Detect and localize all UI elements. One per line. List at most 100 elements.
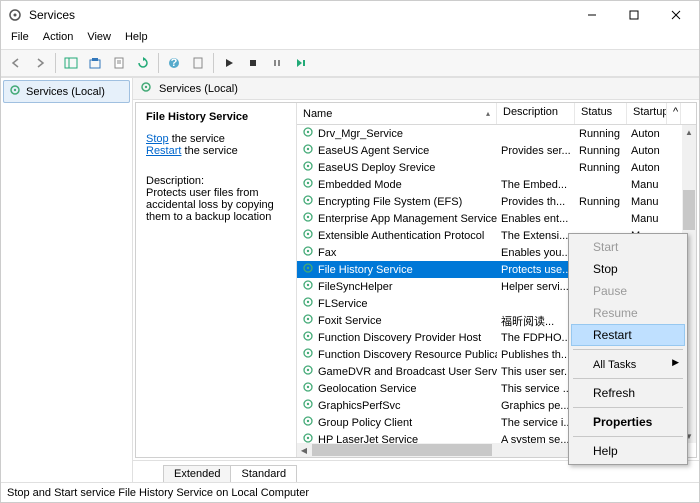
service-desc: Enables ent... [497, 213, 575, 225]
service-desc: Graphics pe... [497, 400, 575, 412]
service-desc: The service i... [497, 417, 575, 429]
gear-icon [301, 176, 315, 193]
ctx-refresh[interactable]: Refresh [571, 382, 685, 404]
title-bar: Services [1, 1, 699, 29]
service-startup: Manu [627, 213, 667, 225]
toolbar: ? [1, 49, 699, 77]
service-desc: Publishes th... [497, 349, 575, 361]
gear-icon [301, 295, 315, 312]
forward-button[interactable] [29, 52, 51, 74]
ctx-help[interactable]: Help [571, 440, 685, 462]
column-name[interactable]: Name▴ [297, 103, 497, 124]
gear-icon [301, 363, 315, 380]
selected-service-name: File History Service [146, 111, 286, 123]
ctx-stop[interactable]: Stop [571, 258, 685, 280]
service-name: Function Discovery Provider Host [318, 332, 481, 344]
gear-icon [301, 193, 315, 210]
properties2-button[interactable] [187, 52, 209, 74]
ctx-restart[interactable]: Restart [571, 324, 685, 346]
service-name: Foxit Service [318, 315, 382, 327]
service-desc: Provides ser... [497, 145, 575, 157]
menu-file[interactable]: File [5, 29, 35, 49]
ctx-resume: Resume [571, 302, 685, 324]
service-desc: This user ser... [497, 366, 575, 378]
restart-link[interactable]: Restart [146, 145, 181, 157]
scroll-thumb-h[interactable] [312, 444, 492, 456]
context-menu: Start Stop Pause Resume Restart All Task… [568, 233, 688, 465]
service-name: FLService [318, 298, 368, 310]
refresh-button[interactable] [132, 52, 154, 74]
pause-service-button[interactable] [266, 52, 288, 74]
stop-link[interactable]: Stop [146, 133, 169, 145]
service-row[interactable]: Encrypting File System (EFS) Provides th.… [297, 193, 696, 210]
service-desc: The Embed... [497, 179, 575, 191]
service-name: GraphicsPerfSvc [318, 400, 401, 412]
column-status[interactable]: Status [575, 103, 627, 124]
service-name: Encrypting File System (EFS) [318, 196, 462, 208]
gear-icon [301, 312, 315, 329]
service-row[interactable]: EaseUS Agent ServiceProvides ser...Runni… [297, 142, 696, 159]
column-description[interactable]: Description [497, 103, 575, 124]
status-bar: Stop and Start service File History Serv… [1, 482, 699, 502]
column-startup[interactable]: Startup [627, 103, 667, 124]
ctx-separator [573, 378, 683, 379]
help-button[interactable]: ? [163, 52, 185, 74]
back-button[interactable] [5, 52, 27, 74]
service-row[interactable]: EaseUS Deploy SreviceRunningAuton [297, 159, 696, 176]
service-desc: The FDPHO... [497, 332, 575, 344]
service-name: File History Service [318, 264, 413, 276]
service-row[interactable]: Embedded ModeThe Embed...Manu [297, 176, 696, 193]
scroll-left-icon[interactable]: ◀ [297, 443, 311, 457]
menu-bar: File Action View Help [1, 29, 699, 49]
pane-header: Services (Local) [133, 78, 699, 100]
tab-extended[interactable]: Extended [163, 465, 231, 482]
gear-icon [8, 83, 22, 100]
export-button[interactable] [84, 52, 106, 74]
tab-standard[interactable]: Standard [230, 465, 297, 482]
service-startup: Auton [627, 128, 667, 140]
service-desc: Protects use... [497, 264, 575, 276]
properties-button[interactable] [108, 52, 130, 74]
gear-icon [301, 278, 315, 295]
service-name: Group Policy Client [318, 417, 412, 429]
service-desc: The Extensi... [497, 230, 575, 242]
gear-icon [301, 397, 315, 414]
stop-service-button[interactable] [242, 52, 264, 74]
gear-icon [301, 414, 315, 431]
gear-icon [301, 210, 315, 227]
minimize-button[interactable] [571, 1, 613, 29]
service-desc: This service ... [497, 383, 575, 395]
service-desc: Helper servi... [497, 281, 575, 293]
service-name: Drv_Mgr_Service [318, 128, 403, 140]
gear-icon [301, 142, 315, 159]
start-service-button[interactable] [218, 52, 240, 74]
service-name: Extensible Authentication Protocol [318, 230, 484, 242]
chevron-right-icon: ▶ [672, 357, 679, 368]
gear-icon [301, 125, 315, 142]
ctx-properties[interactable]: Properties [571, 411, 685, 433]
service-name: Geolocation Service [318, 383, 416, 395]
ctx-separator [573, 349, 683, 350]
service-name: EaseUS Deploy Srevice [318, 162, 435, 174]
scroll-up-icon[interactable]: ▲ [682, 125, 696, 139]
restart-service-button[interactable] [290, 52, 312, 74]
service-name: Function Discovery Resource Publication [318, 349, 497, 361]
menu-action[interactable]: Action [37, 29, 80, 49]
ctx-all-tasks[interactable]: All Tasks▶ [571, 353, 685, 375]
service-name: FileSyncHelper [318, 281, 393, 293]
menu-view[interactable]: View [81, 29, 117, 49]
ctx-start: Start [571, 236, 685, 258]
show-hide-tree-button[interactable] [60, 52, 82, 74]
scroll-thumb[interactable] [683, 190, 695, 230]
service-row[interactable]: Enterprise App Management ServiceEnables… [297, 210, 696, 227]
svg-text:?: ? [171, 57, 178, 69]
service-row[interactable]: Drv_Mgr_ServiceRunningAuton [297, 125, 696, 142]
service-startup: Auton [627, 162, 667, 174]
menu-help[interactable]: Help [119, 29, 154, 49]
service-desc: Provides th... [497, 196, 575, 208]
tree-node-services-local[interactable]: Services (Local) [3, 80, 130, 103]
service-startup: Auton [627, 145, 667, 157]
close-button[interactable] [655, 1, 697, 29]
gear-icon [301, 261, 315, 278]
maximize-button[interactable] [613, 1, 655, 29]
